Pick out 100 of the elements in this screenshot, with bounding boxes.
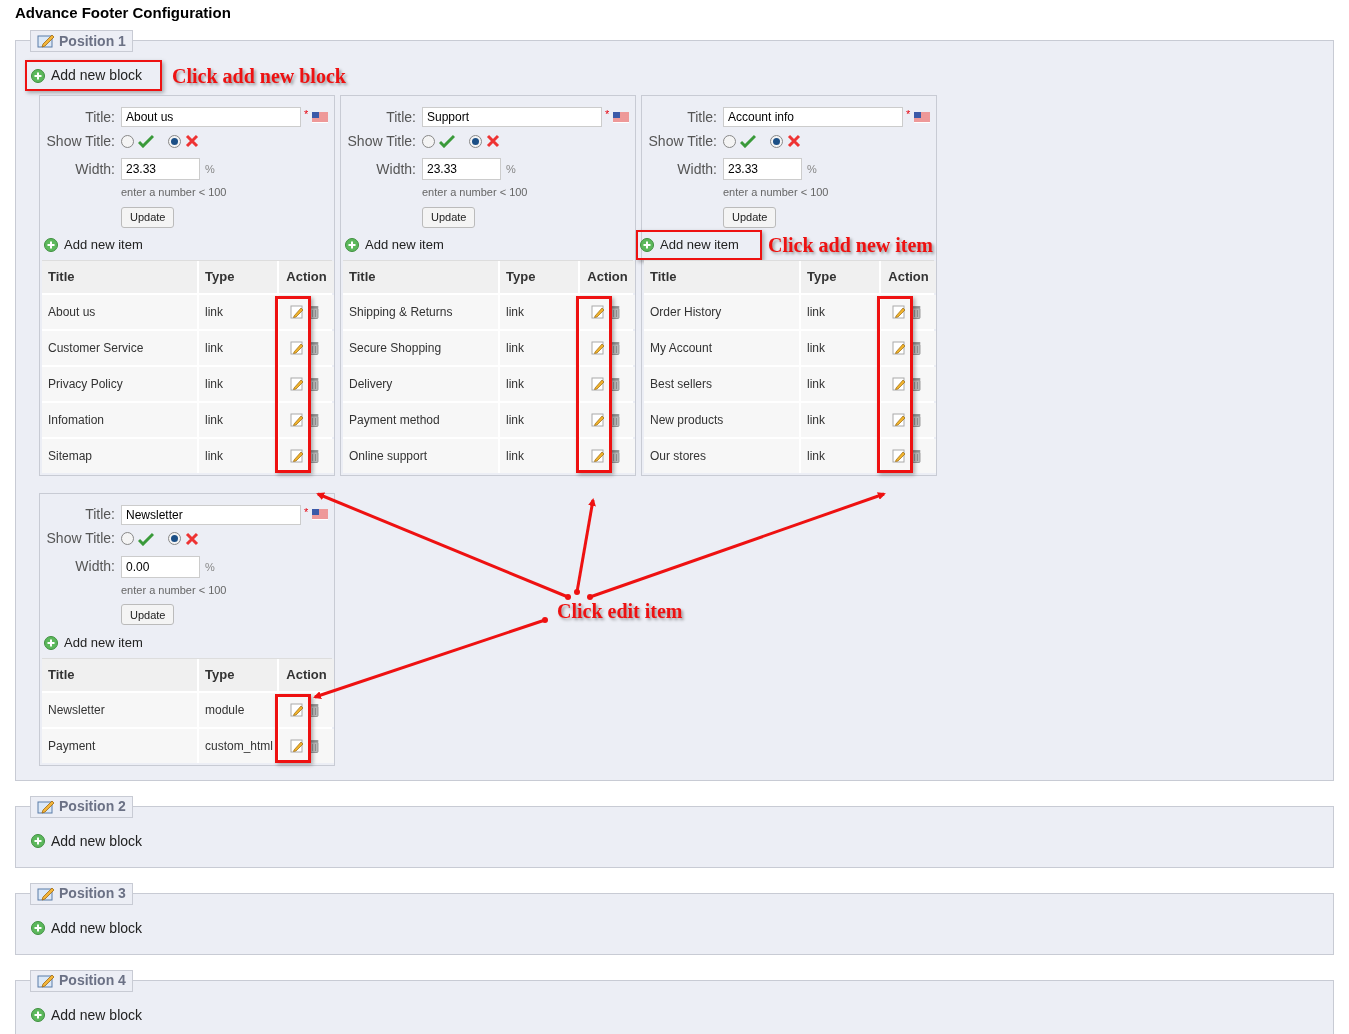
- unit-label: %: [205, 161, 215, 177]
- field-label: Width:: [375, 159, 416, 179]
- table-cell: New products: [644, 402, 799, 437]
- edit-icon[interactable]: [892, 340, 906, 355]
- trash-icon[interactable]: [610, 376, 620, 391]
- edit-icon[interactable]: [591, 448, 605, 463]
- edit-icon[interactable]: [591, 304, 605, 319]
- table-cell: About us: [42, 294, 197, 329]
- edit-icon[interactable]: [591, 340, 605, 355]
- edit-icon[interactable]: [290, 376, 304, 391]
- edit-icon[interactable]: [290, 340, 304, 355]
- trash-icon[interactable]: [309, 340, 319, 355]
- position-label: Position 3: [59, 884, 126, 903]
- radio-button[interactable]: [723, 134, 736, 148]
- add-icon: [44, 237, 58, 252]
- hint-text: enter a number < 100: [121, 185, 228, 200]
- trash-icon[interactable]: [911, 340, 921, 355]
- radio-button[interactable]: [422, 134, 435, 148]
- trash-icon[interactable]: [610, 304, 620, 319]
- add-item-button[interactable]: Add new item: [40, 229, 147, 260]
- trash-icon[interactable]: [309, 738, 319, 753]
- trash-icon[interactable]: [911, 376, 921, 391]
- required-mark: *: [304, 107, 309, 122]
- update-button[interactable]: Update: [422, 206, 476, 228]
- radio-button[interactable]: [168, 532, 181, 546]
- table-cell: link: [199, 438, 277, 473]
- table-cell: link: [500, 366, 578, 401]
- trash-icon[interactable]: [309, 702, 319, 717]
- width-field[interactable]: 23.33: [422, 158, 501, 180]
- width-field[interactable]: 23.33: [121, 158, 200, 180]
- update-button[interactable]: Update: [121, 206, 175, 228]
- update-button[interactable]: Update: [723, 206, 777, 228]
- edit-icon[interactable]: [892, 448, 906, 463]
- check-icon: [439, 134, 455, 148]
- table-cell: Infomation: [42, 402, 197, 437]
- edit-icon[interactable]: [591, 376, 605, 391]
- table-cell: Sitemap: [42, 438, 197, 473]
- unit-label: %: [506, 161, 516, 177]
- radio-button[interactable]: [168, 134, 181, 148]
- add-item-button[interactable]: Add new item: [341, 229, 448, 260]
- field-label: Show Title:: [45, 529, 115, 549]
- flag-icon[interactable]: [613, 111, 630, 123]
- title-field[interactable]: Support: [422, 107, 602, 127]
- title-field[interactable]: About us: [121, 107, 301, 127]
- add-icon: [31, 834, 45, 848]
- radio-button[interactable]: [469, 134, 482, 148]
- table-cell: Best sellers: [644, 366, 799, 401]
- table-cell: Customer Service: [42, 330, 197, 365]
- edit-icon[interactable]: [290, 412, 304, 427]
- edit-icon[interactable]: [591, 412, 605, 427]
- table-cell: Delivery: [343, 366, 498, 401]
- column-header: Type: [199, 260, 277, 293]
- trash-icon[interactable]: [610, 340, 620, 355]
- radio-button[interactable]: [121, 532, 134, 546]
- add-block-button[interactable]: Add new block: [25, 825, 149, 857]
- table-cell: link: [199, 402, 277, 437]
- add-item-button[interactable]: Add new item: [636, 229, 762, 260]
- flag-icon[interactable]: [312, 509, 329, 521]
- edit-icon[interactable]: [290, 702, 304, 717]
- edit-icon[interactable]: [290, 304, 304, 319]
- check-icon: [138, 531, 154, 546]
- table-cell: Payment: [42, 728, 197, 763]
- width-field[interactable]: 23.33: [723, 158, 802, 180]
- title-field[interactable]: Newsletter: [121, 504, 301, 525]
- callout-text: Click add new block: [172, 63, 346, 89]
- add-block-button[interactable]: Add new block: [25, 60, 162, 91]
- edit-icon[interactable]: [892, 304, 906, 319]
- trash-icon[interactable]: [309, 412, 319, 427]
- add-icon: [640, 237, 654, 252]
- trash-icon[interactable]: [309, 376, 319, 391]
- add-block-button[interactable]: Add new block: [25, 912, 149, 944]
- table-cell: Order History: [644, 294, 799, 329]
- pencil-note-icon: [37, 34, 55, 48]
- flag-icon[interactable]: [312, 111, 329, 123]
- column-header: Type: [199, 658, 277, 691]
- edit-icon[interactable]: [892, 376, 906, 391]
- trash-icon[interactable]: [309, 448, 319, 463]
- trash-icon[interactable]: [911, 412, 921, 427]
- trash-icon[interactable]: [610, 412, 620, 427]
- column-header: Action: [279, 260, 334, 293]
- add-block-button[interactable]: Add new block: [25, 999, 149, 1031]
- table-cell: link: [199, 366, 277, 401]
- trash-icon[interactable]: [911, 448, 921, 463]
- hint-text: enter a number < 100: [723, 185, 830, 200]
- table-cell: link: [500, 294, 578, 329]
- trash-icon[interactable]: [309, 304, 319, 319]
- add-item-button[interactable]: Add new item: [40, 627, 147, 658]
- trash-icon[interactable]: [911, 304, 921, 319]
- flag-icon[interactable]: [914, 111, 931, 123]
- unit-label: %: [205, 559, 215, 575]
- edit-icon[interactable]: [290, 448, 304, 463]
- trash-icon[interactable]: [610, 448, 620, 463]
- radio-button[interactable]: [121, 134, 134, 148]
- edit-icon[interactable]: [290, 738, 304, 753]
- width-field[interactable]: 0.00: [121, 555, 200, 578]
- update-button[interactable]: Update: [121, 604, 175, 626]
- radio-button[interactable]: [770, 134, 783, 148]
- field-label: Width:: [676, 159, 717, 179]
- edit-icon[interactable]: [892, 412, 906, 427]
- title-field[interactable]: Account info: [723, 107, 903, 127]
